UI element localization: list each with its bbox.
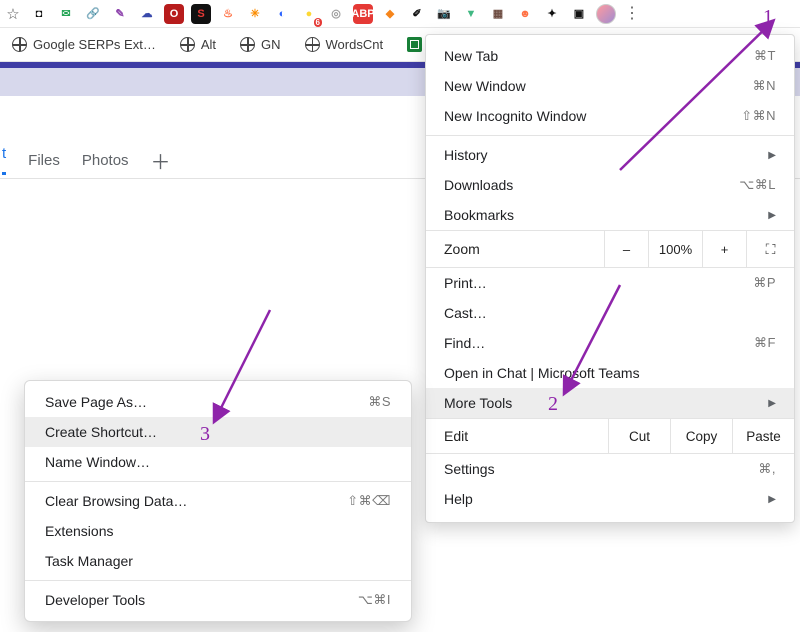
bookmark-gn[interactable]: GN: [228, 37, 293, 52]
menu-zoom-row: Zoom – 100% +: [426, 230, 794, 268]
submenu-developer-tools[interactable]: Developer Tools⌥⌘I: [25, 585, 411, 615]
submenu-extensions[interactable]: Extensions: [25, 516, 411, 546]
bookmark-wordscnt[interactable]: WordsCnt: [293, 37, 396, 52]
zoom-out-button[interactable]: –: [604, 231, 648, 267]
extension-vue-icon[interactable]: ▼: [461, 4, 481, 24]
menu-print[interactable]: Print…⌘P: [426, 268, 794, 298]
annotation-number-1: 1: [763, 6, 773, 29]
fullscreen-icon[interactable]: [746, 231, 794, 267]
edit-label: Edit: [426, 419, 608, 453]
menu-new-incognito[interactable]: New Incognito Window⇧⌘N: [426, 101, 794, 131]
page-tabs: t Files Photos ＋: [0, 138, 171, 182]
submenu-save-page-as[interactable]: Save Page As…⌘S: [25, 387, 411, 417]
menu-downloads[interactable]: Downloads⌥⌘L: [426, 170, 794, 200]
extension-metamask-icon[interactable]: ◆: [380, 4, 400, 24]
extension-bulb-icon[interactable]: ●6: [299, 4, 319, 24]
extension-devices-icon[interactable]: ▣: [569, 4, 589, 24]
zoom-label: Zoom: [426, 231, 604, 267]
extension-bubble-icon[interactable]: ☁: [137, 4, 157, 24]
globe-icon: [305, 37, 320, 52]
annotation-number-3: 3: [200, 423, 210, 446]
extension-seo-icon[interactable]: S: [191, 4, 211, 24]
menu-new-window[interactable]: New Window⌘N: [426, 71, 794, 101]
globe-icon: [240, 37, 255, 52]
submenu-clear-browsing-data[interactable]: Clear Browsing Data…⇧⌘⌫: [25, 486, 411, 516]
submenu-name-window[interactable]: Name Window…: [25, 447, 411, 477]
menu-edit-row: Edit Cut Copy Paste: [426, 418, 794, 454]
tab-active[interactable]: t: [2, 145, 6, 175]
chrome-main-menu: New Tab⌘T New Window⌘N New Incognito Win…: [425, 34, 795, 523]
menu-history[interactable]: History▶: [426, 140, 794, 170]
submenu-arrow-icon: ▶: [768, 150, 776, 161]
extension-similarweb-icon[interactable]: ◐: [272, 4, 292, 24]
tab-files[interactable]: Files: [28, 152, 60, 169]
menu-open-in-chat[interactable]: Open in Chat | Microsoft Teams: [426, 358, 794, 388]
edit-copy[interactable]: Copy: [670, 419, 732, 453]
add-tab-icon[interactable]: ＋: [151, 146, 171, 175]
extension-picker-icon[interactable]: ✐: [407, 4, 427, 24]
extension-adblock-icon[interactable]: ABP: [353, 4, 373, 24]
sheets-icon: [407, 37, 422, 52]
submenu-arrow-icon: ▶: [768, 398, 776, 409]
submenu-task-manager[interactable]: Task Manager: [25, 546, 411, 576]
extension-mail-icon[interactable]: ✉: [56, 4, 76, 24]
submenu-arrow-icon: ▶: [768, 210, 776, 221]
more-tools-submenu: Save Page As…⌘S Create Shortcut… Name Wi…: [24, 380, 412, 622]
menu-settings[interactable]: Settings⌘,: [426, 454, 794, 484]
chrome-menu-button[interactable]: ⋮: [623, 5, 641, 23]
menu-find[interactable]: Find…⌘F: [426, 328, 794, 358]
tab-photos[interactable]: Photos: [82, 152, 129, 169]
bookmark-alt[interactable]: Alt: [168, 37, 228, 52]
annotation-number-2: 2: [548, 393, 558, 416]
edit-cut[interactable]: Cut: [608, 419, 670, 453]
submenu-create-shortcut[interactable]: Create Shortcut…: [25, 417, 411, 447]
globe-icon: [12, 37, 27, 52]
extension-ublock-icon[interactable]: O: [164, 4, 184, 24]
profile-avatar[interactable]: [596, 4, 616, 24]
menu-help[interactable]: Help▶: [426, 484, 794, 514]
extension-feather-icon[interactable]: ✎: [110, 4, 130, 24]
globe-icon: [180, 37, 195, 52]
menu-cast[interactable]: Cast…: [426, 298, 794, 328]
extension-squares-icon[interactable]: ▦: [488, 4, 508, 24]
extension-link-icon[interactable]: 🔗: [83, 4, 103, 24]
submenu-arrow-icon: ▶: [768, 494, 776, 505]
extension-shield-icon[interactable]: ◎: [326, 4, 346, 24]
extension-flame-icon[interactable]: ♨: [218, 4, 238, 24]
extension-robot-icon[interactable]: ☻: [515, 4, 535, 24]
menu-more-tools[interactable]: More Tools▶: [426, 388, 794, 418]
extension-onepass-icon[interactable]: ◘: [29, 4, 49, 24]
bookmark-star-icon[interactable]: ☆: [4, 5, 22, 23]
edit-paste[interactable]: Paste: [732, 419, 794, 453]
menu-new-tab[interactable]: New Tab⌘T: [426, 41, 794, 71]
zoom-in-button[interactable]: +: [702, 231, 746, 267]
menu-bookmarks[interactable]: Bookmarks▶: [426, 200, 794, 230]
bookmark-serps[interactable]: Google SERPs Ext…: [0, 37, 168, 52]
extension-camera-icon[interactable]: 📷: [434, 4, 454, 24]
extensions-toolbar: ☆ ◘ ✉ 🔗 ✎ ☁ OS ♨ ✳ ◐ ●6 ◎ ABP ◆ ✐ 📷 ▼ ▦ ☻ ✦ ▣ ⋮: [0, 0, 800, 28]
extension-gear-icon[interactable]: ✳: [245, 4, 265, 24]
extension-puzzle-icon[interactable]: ✦: [542, 4, 562, 24]
zoom-value: 100%: [648, 231, 702, 267]
